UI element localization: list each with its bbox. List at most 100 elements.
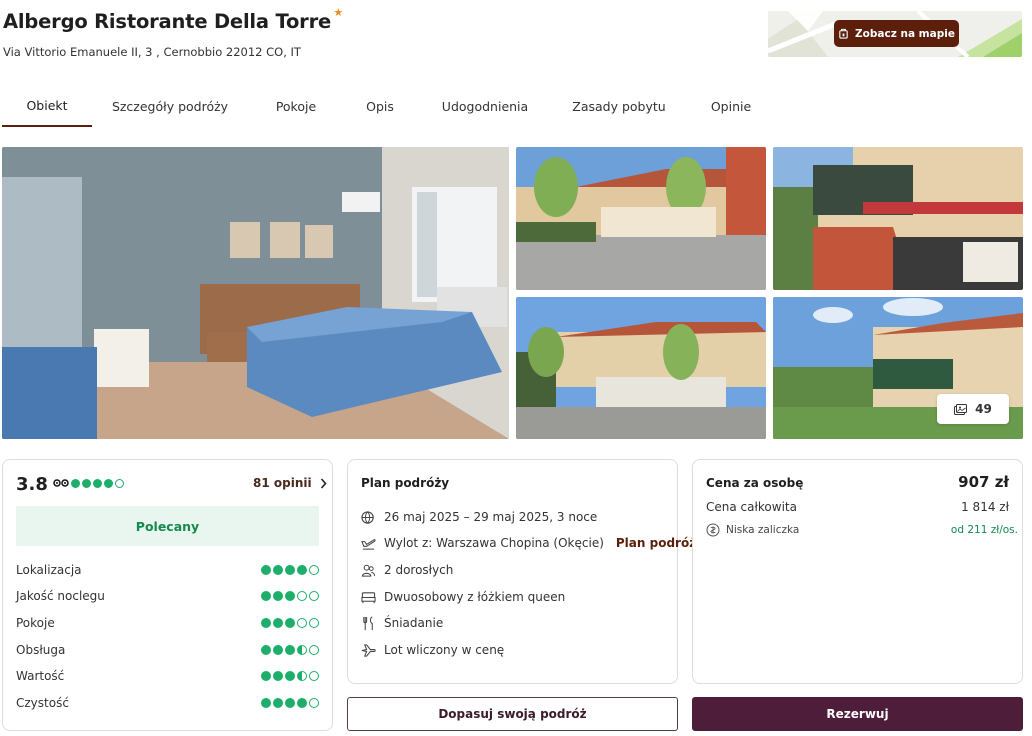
rating-dot xyxy=(273,618,283,628)
rating-dot xyxy=(309,565,319,575)
price-total-label: Cena całkowita xyxy=(706,500,797,514)
recommended-badge: Polecany xyxy=(16,506,319,546)
itinerary-flight-text: Wylot z: Warszawa Chopina (Okęcie) xyxy=(384,536,604,550)
rating-dot xyxy=(115,478,124,488)
rating-dot xyxy=(309,698,319,708)
tab-pokoje[interactable]: Pokoje xyxy=(266,85,326,127)
rating-dot xyxy=(297,618,307,628)
rating-dot xyxy=(273,698,283,708)
rating-dot xyxy=(104,478,113,488)
rating-dot xyxy=(297,671,307,681)
rating-category-label: Czystość xyxy=(16,696,69,710)
photo-exterior-1[interactable] xyxy=(516,147,766,290)
people-icon xyxy=(361,564,376,577)
rating-dot xyxy=(309,591,319,601)
rating-dot xyxy=(273,645,283,655)
rating-category-dots xyxy=(261,671,319,681)
itinerary-guests-text: 2 dorosłych xyxy=(384,563,454,577)
hotel-name-text: Albergo Ristorante Della Torre xyxy=(3,10,332,33)
rating-dot xyxy=(309,645,319,655)
gallery-count: 49 xyxy=(975,402,992,416)
tab-szczegoly-podrozy[interactable]: Szczegóły podróży xyxy=(108,85,232,127)
reviews-link[interactable]: 81 opinii xyxy=(253,476,327,490)
exterior-1-image xyxy=(516,147,766,290)
star-icon: ★ xyxy=(333,6,344,19)
plane-icon xyxy=(361,643,376,657)
rating-dot xyxy=(285,671,295,681)
rating-category-dots xyxy=(261,645,319,655)
rating-score: 3.8 xyxy=(16,474,48,495)
rating-category-row: Obsługa xyxy=(16,641,319,659)
bedroom-image xyxy=(2,147,509,439)
deposit-coin-icon xyxy=(706,523,720,537)
low-deposit-label: Niska zaliczka xyxy=(726,524,800,536)
gallery-count-button[interactable]: 49 xyxy=(937,394,1009,424)
itinerary-dates: 26 maj 2025 – 29 maj 2025, 3 noce xyxy=(361,508,597,526)
rating-category-row: Jakość noclegu xyxy=(16,587,319,605)
itinerary-board: Śniadanie xyxy=(361,614,443,632)
rating-category-label: Pokoje xyxy=(16,616,55,630)
rating-dot xyxy=(261,618,271,628)
rating-dot xyxy=(285,618,295,628)
tab-bar: Obiekt Szczegóły podróży Pokoje Opis Udo… xyxy=(0,85,1032,127)
rating-dot xyxy=(261,591,271,601)
tab-udogodnienia[interactable]: Udogodnienia xyxy=(436,85,534,127)
rating-category-label: Jakość noclegu xyxy=(16,589,105,603)
rating-category-label: Obsługa xyxy=(16,643,66,657)
tab-opinie[interactable]: Opinie xyxy=(702,85,760,127)
rating-dot xyxy=(93,478,102,488)
photo-bedroom[interactable] xyxy=(2,147,509,439)
itinerary-title: Plan podróży xyxy=(361,476,450,490)
bed-icon xyxy=(361,591,376,603)
rating-dot xyxy=(273,565,283,575)
overall-rating-dots xyxy=(53,478,124,488)
tab-opis[interactable]: Opis xyxy=(358,85,402,127)
rating-category-row: Wartość xyxy=(16,667,319,685)
itinerary-flight: Wylot z: Warszawa Chopina (Okęcie) Plan … xyxy=(361,534,704,552)
calendar-globe-icon xyxy=(361,510,374,524)
rating-dot xyxy=(273,671,283,681)
rating-category-row: Lokalizacja xyxy=(16,561,319,579)
rating-category-dots xyxy=(261,698,319,708)
rating-dot xyxy=(261,565,271,575)
rating-dot xyxy=(261,645,271,655)
itinerary-flight-included: Lot wliczony w cenę xyxy=(361,641,504,659)
itinerary-guests: 2 dorosłych xyxy=(361,561,453,579)
tab-obiekt[interactable]: Obiekt xyxy=(2,85,92,127)
chevron-right-icon xyxy=(320,477,327,489)
rating-dot xyxy=(261,698,271,708)
rating-dot xyxy=(297,698,307,708)
book-button[interactable]: Rezerwuj xyxy=(692,697,1023,731)
itinerary-board-text: Śniadanie xyxy=(384,616,444,630)
see-on-map-button[interactable]: Zobacz na mapie xyxy=(834,20,959,47)
rating-dot xyxy=(297,565,307,575)
rating-dot xyxy=(71,478,80,488)
plane-departure-icon xyxy=(361,538,376,550)
low-deposit-row: Niska zaliczka xyxy=(706,523,799,537)
tripadvisor-owl-icon xyxy=(53,479,69,487)
balcony-image xyxy=(773,147,1023,290)
rating-category-label: Lokalizacja xyxy=(16,563,82,577)
itinerary-room-text: Dwuosobowy z łóżkiem queen xyxy=(384,590,566,604)
rating-dot xyxy=(273,591,283,601)
tab-zasady-pobytu[interactable]: Zasady pobytu xyxy=(568,85,670,127)
rating-category-dots xyxy=(261,565,319,575)
rating-dot xyxy=(261,671,271,681)
low-deposit-value: od 211 zł/os. xyxy=(950,524,1018,536)
photo-balcony[interactable] xyxy=(773,147,1023,290)
itinerary-flight-included-text: Lot wliczony w cenę xyxy=(384,643,505,657)
hotel-name: Albergo Ristorante Della Torre ★ xyxy=(3,6,343,33)
rating-dot xyxy=(285,591,295,601)
rating-dot xyxy=(285,698,295,708)
rating-dot xyxy=(82,478,91,488)
rating-dot xyxy=(285,645,295,655)
see-on-map-label: Zobacz na mapie xyxy=(855,27,955,40)
rating-dot xyxy=(309,671,319,681)
customize-trip-button[interactable]: Dopasuj swoją podróż xyxy=(347,697,678,731)
rating-category-row: Pokoje xyxy=(16,614,319,632)
cutlery-icon xyxy=(363,615,373,630)
photo-exterior-2[interactable] xyxy=(516,297,766,439)
gallery-icon xyxy=(954,403,968,415)
itinerary-plan-link[interactable]: Plan podróży xyxy=(616,536,704,550)
rating-category-dots xyxy=(261,591,319,601)
